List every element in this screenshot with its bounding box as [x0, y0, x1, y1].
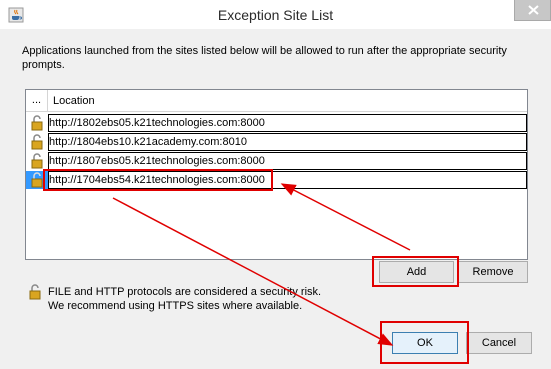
table-row[interactable]: http://1804ebs10.k21academy.com:8010 [26, 133, 527, 151]
lock-icon [31, 134, 43, 150]
row-icon-cell [26, 152, 48, 170]
lock-icon [31, 153, 43, 169]
security-note: FILE and HTTP protocols are considered a… [48, 285, 448, 313]
remove-button[interactable]: Remove [458, 261, 528, 283]
security-note-line1: FILE and HTTP protocols are considered a… [48, 286, 322, 298]
title-bar: Exception Site List [0, 0, 551, 30]
row-icon-cell [26, 133, 48, 151]
table-row[interactable]: http://1807ebs05.k21technologies.com:800… [26, 152, 527, 170]
location-cell[interactable]: http://1807ebs05.k21technologies.com:800… [48, 152, 527, 170]
location-cell[interactable]: http://1804ebs10.k21academy.com:8010 [48, 133, 527, 151]
annotation-highlight-add [372, 256, 459, 287]
row-icon-cell [26, 114, 48, 132]
security-note-line2: We recommend using HTTPS sites where ava… [48, 300, 303, 312]
lock-icon [31, 115, 43, 131]
description-text: Applications launched from the sites lis… [22, 45, 507, 71]
location-cell[interactable]: http://1802ebs05.k21technologies.com:800… [48, 114, 527, 132]
annotation-highlight-ok [380, 321, 469, 364]
window-title: Exception Site List [217, 7, 334, 23]
annotation-highlight-new-url [43, 169, 273, 191]
lock-icon [29, 284, 41, 300]
cancel-button[interactable]: Cancel [466, 332, 532, 354]
column-header-location[interactable]: Location [53, 90, 95, 112]
column-header-icon[interactable]: ... [26, 90, 48, 112]
table-header: ... Location [26, 90, 527, 112]
close-icon [528, 5, 539, 15]
close-button[interactable] [514, 0, 551, 21]
table-row[interactable]: http://1802ebs05.k21technologies.com:800… [26, 114, 527, 132]
